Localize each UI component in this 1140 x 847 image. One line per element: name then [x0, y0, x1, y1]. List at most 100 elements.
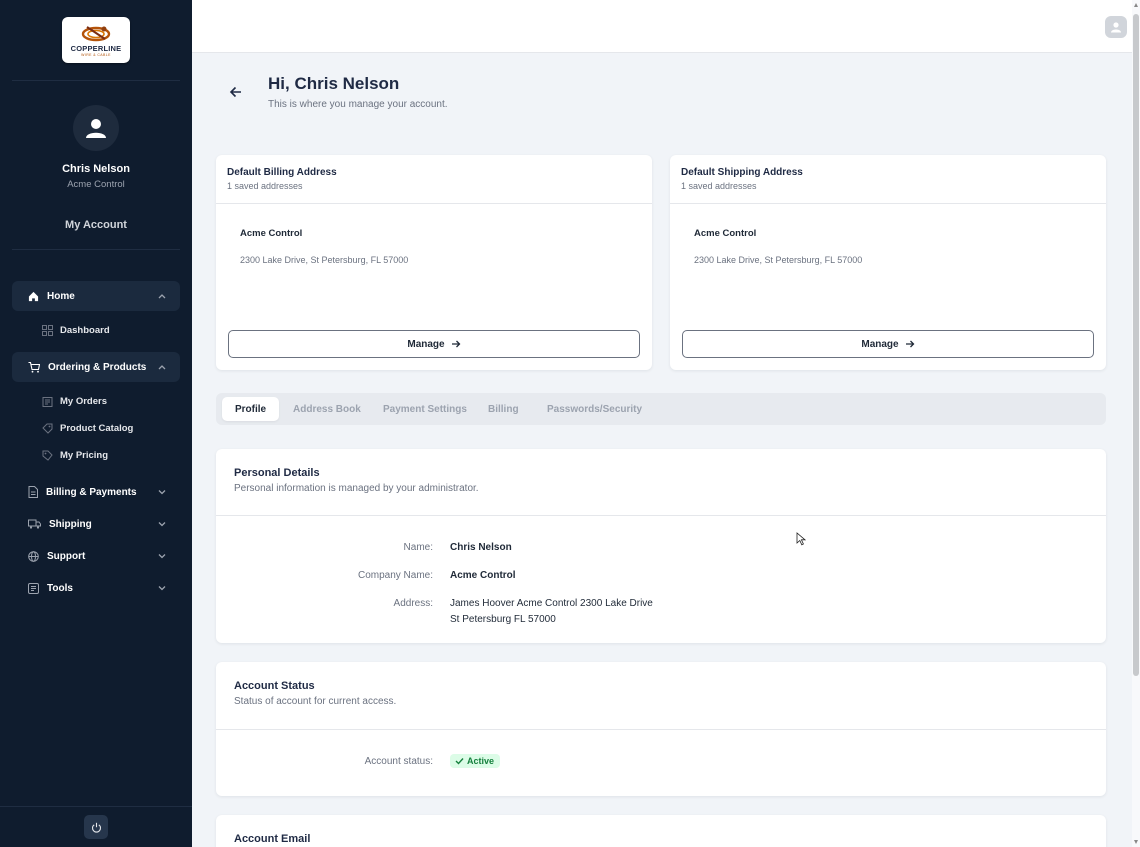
sidebar-section-label: Billing & Payments [46, 486, 137, 498]
card-title: Default Shipping Address [681, 167, 803, 178]
sidebar-section-billing[interactable]: Billing & Payments [12, 477, 180, 507]
panel-header: Personal Details Personal information is… [216, 449, 1106, 516]
company-logo[interactable]: COPPERLINE WIRE & CABLE [62, 17, 130, 63]
grid-icon [42, 324, 53, 336]
sidebar-divider [12, 80, 180, 81]
card-count: 1 saved addresses [227, 181, 303, 191]
sidebar-section-tools[interactable]: Tools [12, 573, 180, 603]
logo-sub-text: WIRE & CABLE [81, 53, 111, 57]
name-label: Name: [403, 542, 433, 553]
sidebar-section-label: Support [47, 550, 86, 562]
tab-billing[interactable]: Billing [488, 397, 519, 421]
chevron-down-icon [158, 554, 166, 559]
page-scrollbar[interactable] [1132, 0, 1140, 847]
home-icon [28, 291, 39, 301]
power-icon [91, 822, 101, 833]
sidebar-item-label: My Orders [60, 395, 107, 407]
tab-profile[interactable]: Profile [222, 397, 280, 421]
card-count: 1 saved addresses [681, 181, 757, 191]
tab-address-book[interactable]: Address Book [293, 397, 361, 421]
sidebar-section-label: Tools [47, 582, 73, 594]
sidebar-section-shipping[interactable]: Shipping [12, 509, 180, 539]
status-badge: Active [450, 754, 501, 768]
price-tag-icon [42, 450, 53, 461]
account-tabs: Profile Address Book Payment Settings Bi… [216, 393, 1106, 425]
address-line1: James Hoover Acme Control 2300 Lake Driv… [450, 598, 653, 609]
back-arrow-icon[interactable] [228, 84, 244, 100]
sidebar-item-label: Dashboard [60, 324, 110, 336]
sidebar-section-label: Shipping [49, 518, 92, 530]
panel-subtitle: Personal information is managed by your … [234, 483, 479, 494]
address-line: 2300 Lake Drive, St Petersburg, FL 57000 [694, 255, 863, 265]
panel-title: Account Status [234, 680, 315, 692]
tools-icon [28, 582, 39, 594]
panel-header: Account Email [216, 815, 1106, 847]
personal-details-panel: Personal Details Personal information is… [216, 449, 1106, 643]
my-account-link[interactable]: My Account [0, 219, 192, 231]
panel-title: Account Email [234, 833, 311, 845]
chevron-up-icon [158, 365, 166, 370]
sidebar-item-dashboard[interactable]: Dashboard [42, 321, 110, 339]
address-line2: St Petersburg FL 57000 [450, 614, 556, 625]
chevron-down-icon [158, 490, 166, 495]
check-icon [455, 758, 464, 765]
sidebar-item-product-catalog[interactable]: Product Catalog [42, 419, 133, 437]
address-company: Acme Control [240, 228, 303, 239]
account-status-panel: Account Status Status of account for cur… [216, 662, 1106, 796]
document-icon [28, 486, 38, 498]
sidebar-item-my-orders[interactable]: My Orders [42, 392, 107, 410]
panel-subtitle: Status of account for current access. [234, 696, 397, 707]
sidebar-section-home[interactable]: Home [12, 281, 180, 311]
page-title: Hi, Chris Nelson [268, 74, 400, 93]
button-label: Manage [407, 338, 445, 350]
sidebar-section-ordering[interactable]: Ordering & Products [12, 352, 180, 382]
logo-mark-icon [81, 26, 111, 42]
truck-icon [28, 519, 41, 529]
address-company: Acme Control [694, 228, 757, 239]
scroll-down-arrow[interactable] [1134, 840, 1138, 844]
card-title: Default Billing Address [227, 167, 337, 178]
user-menu-button[interactable] [1105, 16, 1127, 38]
sidebar-user-company: Acme Control [67, 179, 125, 190]
sidebar-divider [0, 806, 192, 807]
globe-icon [28, 550, 39, 562]
sidebar-item-my-pricing[interactable]: My Pricing [42, 446, 108, 464]
scrollbar-thumb[interactable] [1133, 14, 1139, 676]
sidebar-section-label: Ordering & Products [48, 361, 147, 373]
manage-billing-button[interactable]: Manage [228, 330, 640, 358]
sidebar-section-support[interactable]: Support [12, 541, 180, 571]
status-badge-label: Active [467, 756, 495, 766]
sidebar: COPPERLINE WIRE & CABLE Chris Nelson Acm… [0, 0, 192, 847]
sidebar-item-label: My Pricing [60, 449, 109, 461]
cart-icon [28, 361, 40, 373]
address-label: Address: [393, 598, 433, 609]
status-label: Account status: [364, 756, 433, 767]
card-header: Default Shipping Address 1 saved address… [670, 155, 1106, 204]
logout-button[interactable] [84, 815, 108, 839]
name-value: Chris Nelson [450, 542, 512, 553]
arrow-right-icon [905, 340, 915, 348]
mouse-cursor-icon [796, 532, 806, 546]
sidebar-item-label: Product Catalog [60, 422, 134, 434]
manage-shipping-button[interactable]: Manage [682, 330, 1094, 358]
logo-brand-text: COPPERLINE [70, 44, 122, 53]
company-value: Acme Control [450, 570, 516, 581]
chevron-down-icon [158, 522, 166, 527]
card-header: Default Billing Address 1 saved addresse… [216, 155, 652, 204]
scroll-up-arrow[interactable] [1134, 3, 1138, 7]
account-email-panel: Account Email [216, 815, 1106, 847]
tab-payment-settings[interactable]: Payment Settings [383, 397, 467, 421]
company-label: Company Name: [357, 570, 433, 581]
chevron-up-icon [158, 294, 166, 299]
sidebar-section-label: Home [47, 290, 75, 302]
panel-title: Personal Details [234, 467, 320, 479]
sidebar-divider [12, 249, 180, 250]
orders-icon [42, 396, 53, 407]
billing-address-card: Default Billing Address 1 saved addresse… [216, 155, 652, 370]
tab-passwords-security[interactable]: Passwords/Security [547, 397, 642, 421]
chevron-down-icon [158, 586, 166, 591]
avatar [73, 105, 119, 151]
page-subtitle: This is where you manage your account. [268, 99, 448, 110]
user-avatar-icon [86, 119, 106, 138]
sidebar-user-name: Chris Nelson [62, 163, 130, 175]
